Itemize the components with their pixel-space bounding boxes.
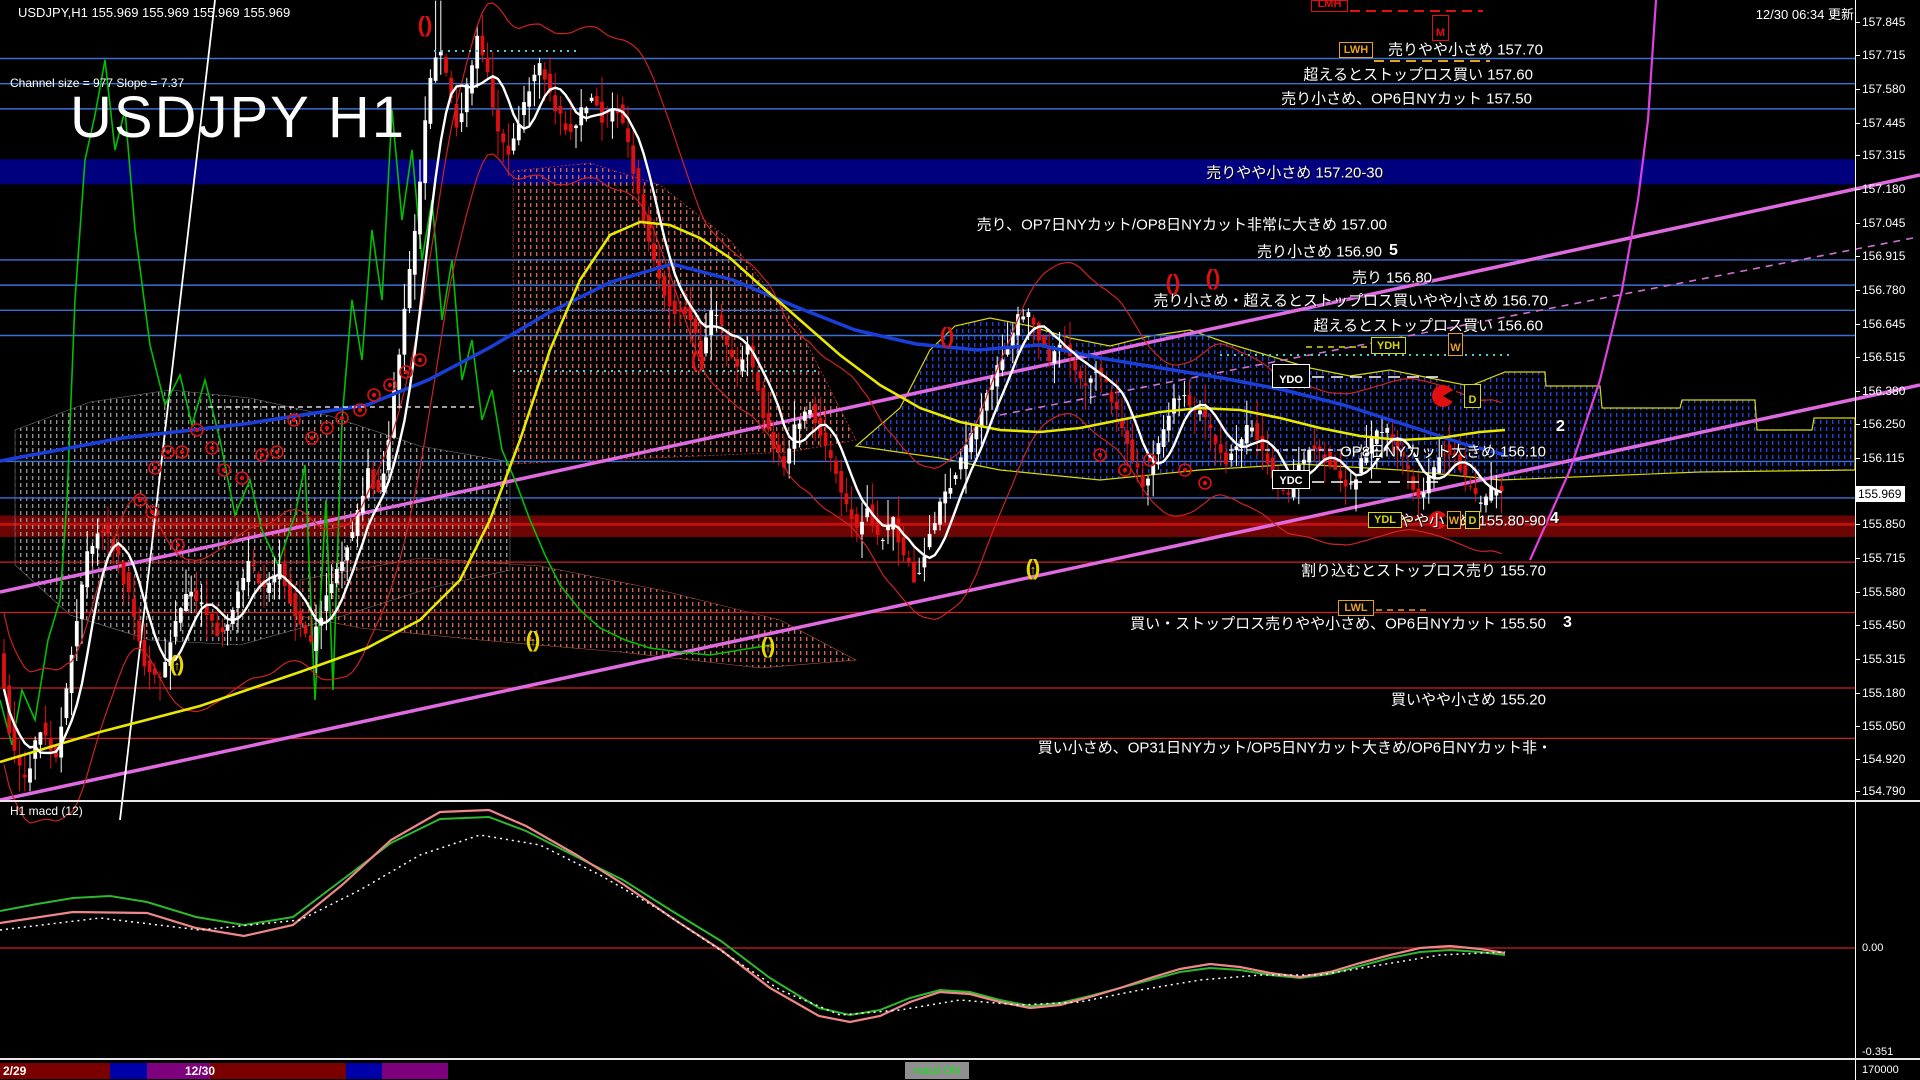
svg-text:(): () xyxy=(418,12,433,37)
svg-text:↑: ↑ xyxy=(174,658,181,673)
trading-chart-window: ()()()()()()↑()↑()↑()↑ USDJPY,H1 155.969… xyxy=(0,0,1920,1080)
chart-canvas[interactable]: ()()()()()()↑()↑()↑()↑ xyxy=(0,0,1920,1080)
svg-text:(): () xyxy=(1206,265,1221,290)
macd-on-button[interactable]: macd ON xyxy=(905,1062,969,1079)
svg-text:(): () xyxy=(691,347,706,372)
svg-text:(): () xyxy=(940,323,955,348)
svg-text:↑: ↑ xyxy=(530,634,537,649)
svg-text:(): () xyxy=(1166,270,1181,295)
macd-pane xyxy=(0,810,1856,1022)
svg-text:↑: ↑ xyxy=(765,640,772,655)
svg-text:↑: ↑ xyxy=(1030,562,1037,577)
